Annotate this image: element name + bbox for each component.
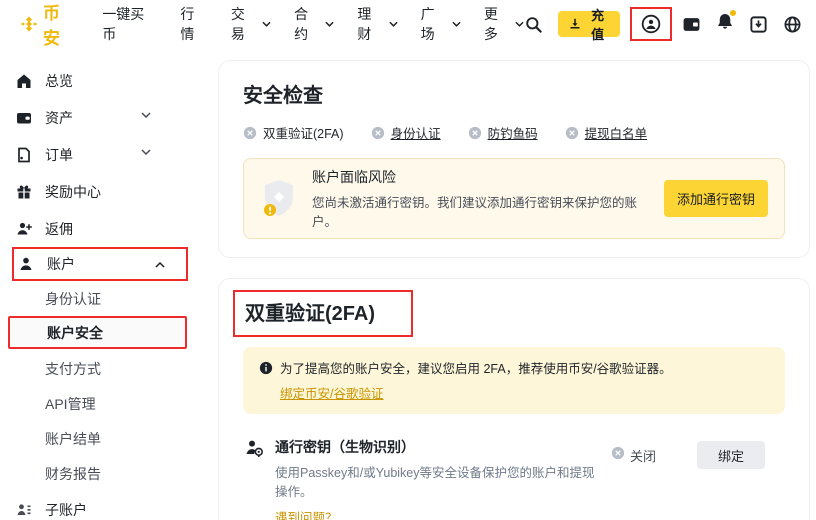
add-passkey-button[interactable]: 添加通行密钥 (664, 180, 768, 217)
passkey-help-link[interactable]: 遇到问题？ (275, 507, 338, 520)
sidebar-item-rewards-hub[interactable]: 奖励中心 (0, 173, 218, 210)
nav-earn[interactable]: 理财 (357, 4, 397, 44)
twofa-card: 双重验证(2FA) 为了提高您的账户安全，建议您启用 2FA，推荐使用币安/谷歌… (218, 278, 810, 520)
notification-dot (730, 10, 736, 16)
sidebar-item-account[interactable]: 账户 (12, 247, 188, 281)
sidebar-item-identity-verification[interactable]: 身份认证 (0, 281, 218, 316)
app-download-icon[interactable] (749, 15, 768, 34)
passkey-biometric-icon (244, 438, 264, 458)
main-content: 安全检查 双重验证(2FA) 身份认证 防钓鱼码 提现白名单 (218, 48, 816, 520)
chevron-up-icon (155, 262, 165, 268)
security-check-title: 安全检查 (243, 79, 785, 108)
notice-text: 为了提高您的账户安全，建议您启用 2FA，推荐使用币安/谷歌验证器。 (280, 358, 672, 377)
passkey-row: 通行密钥（生物识别） 使用Passkey和/或Yubikey等安全设备保护您的账… (243, 424, 785, 520)
home-icon (16, 73, 32, 89)
circle-x-icon (611, 446, 625, 460)
passkey-bind-button[interactable]: 绑定 (697, 441, 765, 469)
binance-logo[interactable]: 币安 (20, 0, 76, 49)
sidebar-item-account-security[interactable]: 账户安全 (8, 316, 187, 349)
circle-x-icon (371, 126, 385, 140)
twofa-notice: 为了提高您的账户安全，建议您启用 2FA，推荐使用币安/谷歌验证器。 绑定币安/… (243, 347, 785, 414)
check-2fa[interactable]: 双重验证(2FA) (243, 123, 344, 142)
info-icon (259, 361, 273, 375)
chevron-down-icon (325, 21, 334, 27)
passkey-status: 关闭 (611, 446, 677, 465)
sidebar-item-financial-reports[interactable]: 财务报告 (0, 456, 218, 491)
security-check-card: 安全检查 双重验证(2FA) 身份认证 防钓鱼码 提现白名单 (218, 60, 810, 258)
risk-description: 您尚未激活通行密钥。我们建议添加通行密钥来保护您的账户。 (312, 192, 650, 230)
circle-x-icon (565, 126, 579, 140)
nav-buy-crypto[interactable]: 一键买币 (102, 4, 157, 44)
chevron-down-icon (141, 149, 151, 155)
top-navbar: 币安 一键买币 行情 交易 合约 理财 广场 更多 充值 (0, 0, 816, 48)
passkey-title: 通行密钥（生物识别） (275, 437, 601, 457)
chevron-down-icon (389, 21, 398, 27)
deposit-button[interactable]: 充值 (558, 11, 620, 37)
nav-markets[interactable]: 行情 (180, 4, 208, 44)
search-icon[interactable] (524, 15, 543, 34)
wallet-icon[interactable] (682, 15, 701, 34)
sidebar-item-orders[interactable]: 订单 (0, 136, 218, 173)
profile-icon[interactable] (641, 14, 661, 34)
gift-icon (16, 184, 32, 200)
twofa-title: 双重验证(2FA) (245, 297, 375, 326)
chevron-down-icon (452, 21, 461, 27)
nav-futures[interactable]: 合约 (294, 4, 334, 44)
sidebar-item-referral[interactable]: 返佣 (0, 210, 218, 247)
account-risk-banner: 账户面临风险 您尚未激活通行密钥。我们建议添加通行密钥来保护您的账户。 添加通行… (243, 158, 785, 239)
sidebar-item-api-management[interactable]: API管理 (0, 386, 218, 421)
orders-file-icon (16, 147, 32, 163)
main-nav: 一键买币 行情 交易 合约 理财 广场 更多 (102, 4, 524, 44)
sidebar: 总览 资产 订单 奖励中心 返佣 (0, 48, 218, 520)
annotation-box-2fa-title: 双重验证(2FA) (233, 290, 413, 337)
check-withdrawal-whitelist[interactable]: 提现白名单 (565, 123, 648, 142)
check-identity-verification[interactable]: 身份认证 (371, 123, 441, 142)
logo-text: 币安 (43, 0, 76, 49)
person-icon (18, 256, 34, 272)
check-anti-phishing-code[interactable]: 防钓鱼码 (468, 123, 538, 142)
wallet-icon (16, 110, 32, 126)
circle-x-icon (468, 126, 482, 140)
people-list-icon (16, 502, 32, 518)
circle-x-icon (243, 126, 257, 140)
shield-warning-icon (260, 178, 298, 220)
download-icon (569, 18, 581, 30)
chevron-down-icon (515, 21, 524, 27)
binance-diamond-icon (20, 15, 38, 33)
nav-square[interactable]: 广场 (421, 4, 461, 44)
bind-authenticator-link[interactable]: 绑定币安/谷歌验证 (280, 383, 383, 402)
security-check-list: 双重验证(2FA) 身份认证 防钓鱼码 提现白名单 (243, 123, 785, 142)
chevron-down-icon (141, 112, 151, 118)
nav-trade[interactable]: 交易 (231, 4, 271, 44)
chevron-down-icon (262, 21, 271, 27)
risk-title: 账户面临风险 (312, 167, 650, 187)
sidebar-item-sub-accounts[interactable]: 子账户 (0, 491, 218, 520)
globe-language-icon[interactable] (783, 15, 802, 34)
person-plus-icon (16, 221, 32, 237)
sidebar-item-assets[interactable]: 资产 (0, 99, 218, 136)
annotation-box-profile (630, 7, 672, 41)
sidebar-item-overview[interactable]: 总览 (0, 62, 218, 99)
nav-more[interactable]: 更多 (484, 4, 524, 44)
passkey-description: 使用Passkey和/或Yubikey等安全设备保护您的账户和提现操作。 (275, 464, 601, 503)
sidebar-item-payment-methods[interactable]: 支付方式 (0, 351, 218, 386)
sidebar-item-account-statement[interactable]: 账户结单 (0, 421, 218, 456)
